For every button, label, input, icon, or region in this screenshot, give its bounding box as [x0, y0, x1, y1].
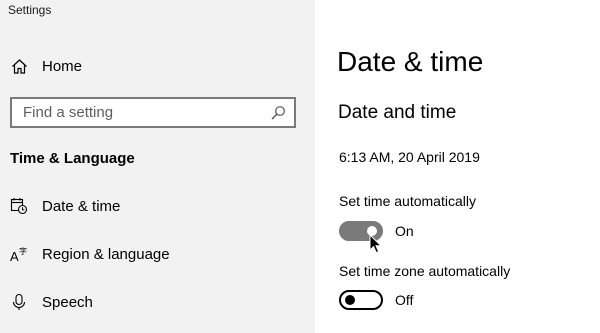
sidebar-item-label: Date & time [42, 197, 121, 215]
set-time-zone-automatically-toggle[interactable] [339, 290, 383, 310]
set-time-automatically-row: On [339, 220, 414, 242]
toggle-state-label: On [395, 223, 414, 239]
nav-home-label: Home [42, 57, 83, 75]
sidebar-item-date-time[interactable]: Date & time [10, 191, 120, 221]
search-icon[interactable] [270, 105, 286, 121]
set-time-automatically-toggle[interactable] [339, 221, 383, 241]
page-title: Date & time [337, 46, 484, 77]
home-icon [10, 57, 28, 75]
nav-home[interactable]: Home [10, 51, 82, 81]
svg-text:字: 字 [19, 246, 27, 256]
section-heading: Time & Language [10, 150, 135, 167]
toggle-knob [367, 226, 377, 236]
sidebar-item-label: Region & language [42, 245, 170, 263]
date-time-icon [10, 197, 28, 215]
set-time-automatically-label: Set time automatically [339, 193, 476, 209]
main-content: Date & time Date and time 6:13 AM, 20 Ap… [315, 0, 600, 333]
sidebar: Settings Home Time & Language [0, 0, 315, 333]
microphone-icon [10, 293, 28, 311]
toggle-state-label: Off [395, 292, 414, 308]
toggle-knob [345, 295, 355, 305]
set-time-zone-automatically-row: Off [339, 289, 413, 311]
search-box[interactable] [10, 97, 296, 128]
set-time-zone-automatically-label: Set time zone automatically [339, 263, 511, 279]
section-subheading: Date and time [338, 102, 457, 123]
search-input[interactable] [23, 104, 270, 121]
sidebar-item-label: Speech [42, 293, 93, 311]
settings-window: Settings Home Time & Language [0, 0, 600, 333]
sidebar-item-speech[interactable]: Speech [10, 287, 93, 317]
region-language-icon: A 字 [10, 245, 28, 263]
window-title: Settings [8, 3, 52, 17]
sidebar-item-region-language[interactable]: A 字 Region & language [10, 239, 170, 269]
current-datetime: 6:13 AM, 20 April 2019 [339, 149, 480, 165]
svg-text:A: A [10, 249, 19, 263]
